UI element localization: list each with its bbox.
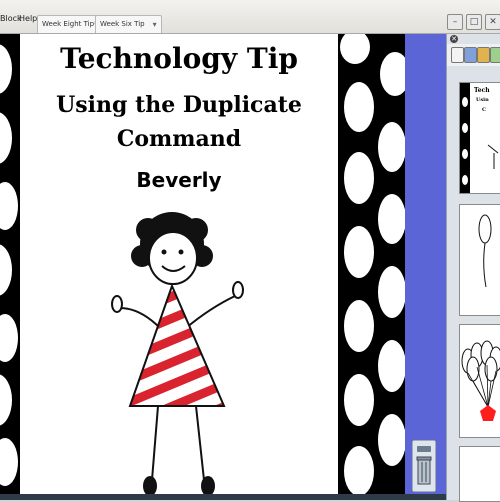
page-title: Technology Tip	[60, 42, 298, 75]
close-button[interactable]: ✕	[485, 14, 500, 30]
subtitle-line-2: Command	[116, 126, 242, 152]
maximize-button[interactable]: □	[466, 14, 482, 30]
page-thumbnail-3[interactable]	[459, 324, 500, 438]
page-thumbnail-2[interactable]	[459, 204, 500, 316]
minimize-button[interactable]: –	[447, 14, 463, 30]
polka-dot-border-right	[338, 34, 405, 494]
menu-bar: Block Help Week Eight Tip* ▾ Week Six Ti…	[0, 0, 500, 34]
trash-icon[interactable]	[412, 440, 436, 492]
close-icon[interactable]: ✕	[450, 35, 458, 43]
tab-label: Week Six Tip	[100, 20, 145, 28]
properties-icon[interactable]	[490, 47, 500, 63]
taskbar	[0, 494, 446, 500]
thumbnail-text: Tech	[474, 87, 490, 94]
thumbnail-text: Usin	[476, 97, 489, 103]
menu-help[interactable]: Help	[19, 14, 37, 23]
page-sorter-icon[interactable]	[451, 47, 464, 63]
attachments-icon[interactable]	[477, 47, 490, 63]
author-name: Beverly	[136, 168, 222, 192]
subtitle-line-1: Using the Duplicate	[56, 92, 302, 118]
thumbnail-text: C	[482, 107, 486, 113]
sidebar-toolbar	[447, 44, 500, 66]
page-canvas[interactable]: Technology Tip Using the Duplicate Comma…	[0, 34, 405, 494]
page-thumbnail-4[interactable]	[459, 446, 500, 502]
page-sorter-sidebar: ✕ Tech Usin C	[446, 34, 500, 502]
sidebar-strip	[405, 34, 446, 500]
tab-label: Week Eight Tip*	[42, 20, 98, 28]
page-thumbnail-1[interactable]: Tech Usin C	[459, 82, 500, 194]
polka-dot-border-left	[0, 34, 20, 494]
tab-week-six-tip[interactable]: Week Six Tip ▾	[95, 15, 162, 33]
gallery-icon[interactable]	[464, 47, 477, 63]
close-icon[interactable]: ▾	[153, 16, 157, 33]
stick-figure-drawing[interactable]	[100, 208, 260, 494]
